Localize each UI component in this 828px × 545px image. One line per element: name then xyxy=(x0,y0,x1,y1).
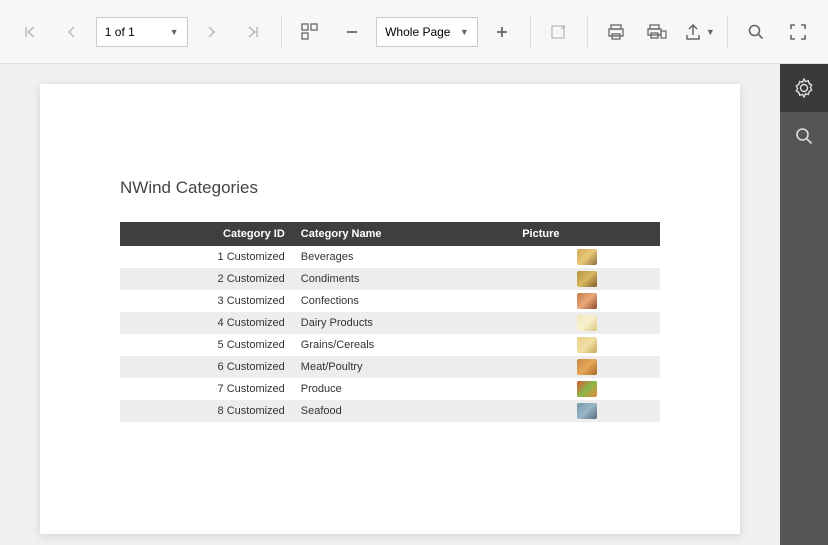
cell-name: Seafood xyxy=(293,400,514,422)
table-row: 8 CustomizedSeafood xyxy=(120,400,660,422)
cell-id: 2 Customized xyxy=(120,268,293,290)
table-row: 3 CustomizedConfections xyxy=(120,290,660,312)
zoom-level-input[interactable]: Whole Page ▼ xyxy=(376,17,478,47)
cell-name: Grains/Cereals xyxy=(293,334,514,356)
report-page: NWind Categories Category ID Category Na… xyxy=(40,84,740,534)
dropdown-caret-icon: ▼ xyxy=(460,27,469,37)
separator xyxy=(281,16,282,48)
table-body: 1 CustomizedBeverages2 CustomizedCondime… xyxy=(120,246,660,422)
cell-picture xyxy=(514,356,660,378)
picture-thumbnail xyxy=(577,359,597,375)
cell-picture xyxy=(514,378,660,400)
fullscreen-button[interactable] xyxy=(780,14,816,50)
zoom-in-button[interactable] xyxy=(484,14,520,50)
cell-picture xyxy=(514,400,660,422)
picture-thumbnail xyxy=(577,271,597,287)
print-page-button[interactable] xyxy=(640,14,676,50)
cell-id: 4 Customized xyxy=(120,312,293,334)
cell-name: Condiments xyxy=(293,268,514,290)
right-sidebar xyxy=(780,64,828,545)
search-icon xyxy=(794,126,814,146)
cell-picture xyxy=(514,290,660,312)
next-page-button[interactable] xyxy=(194,14,230,50)
report-title: NWind Categories xyxy=(120,178,660,198)
cell-name: Dairy Products xyxy=(293,312,514,334)
separator xyxy=(530,16,531,48)
cell-picture xyxy=(514,246,660,268)
picture-thumbnail xyxy=(577,249,597,265)
settings-panel-button[interactable] xyxy=(780,64,828,112)
cell-name: Beverages xyxy=(293,246,514,268)
picture-thumbnail xyxy=(577,381,597,397)
zoom-level-text: Whole Page xyxy=(385,25,450,39)
cell-picture xyxy=(514,334,660,356)
table-row: 2 CustomizedCondiments xyxy=(120,268,660,290)
print-button[interactable] xyxy=(598,14,634,50)
main-area: NWind Categories Category ID Category Na… xyxy=(0,64,828,545)
document-viewer[interactable]: NWind Categories Category ID Category Na… xyxy=(0,64,780,545)
cell-id: 3 Customized xyxy=(120,290,293,312)
toolbar: 1 of 1 ▼ Whole Page ▼ ▼ xyxy=(0,0,828,64)
cell-id: 5 Customized xyxy=(120,334,293,356)
dropdown-caret-icon: ▼ xyxy=(170,27,179,37)
first-page-button[interactable] xyxy=(12,14,48,50)
picture-thumbnail xyxy=(577,293,597,309)
table-row: 7 CustomizedProduce xyxy=(120,378,660,400)
picture-thumbnail xyxy=(577,315,597,331)
cell-picture xyxy=(514,268,660,290)
report-table: Category ID Category Name Picture 1 Cust… xyxy=(120,222,660,422)
cell-id: 6 Customized xyxy=(120,356,293,378)
picture-thumbnail xyxy=(577,403,597,419)
column-header: Picture xyxy=(514,222,660,246)
cell-name: Meat/Poultry xyxy=(293,356,514,378)
search-button[interactable] xyxy=(738,14,774,50)
prev-page-button[interactable] xyxy=(54,14,90,50)
table-header-row: Category ID Category Name Picture xyxy=(120,222,660,246)
export-button[interactable]: ▼ xyxy=(681,14,717,50)
picture-thumbnail xyxy=(577,337,597,353)
page-number-input[interactable]: 1 of 1 ▼ xyxy=(96,17,188,47)
table-row: 6 CustomizedMeat/Poultry xyxy=(120,356,660,378)
page-number-text: 1 of 1 xyxy=(105,25,135,39)
cell-id: 8 Customized xyxy=(120,400,293,422)
cell-name: Produce xyxy=(293,378,514,400)
cell-picture xyxy=(514,312,660,334)
table-row: 5 CustomizedGrains/Cereals xyxy=(120,334,660,356)
column-header: Category ID xyxy=(120,222,293,246)
separator xyxy=(587,16,588,48)
zoom-out-button[interactable] xyxy=(334,14,370,50)
column-header: Category Name xyxy=(293,222,514,246)
edit-fields-button[interactable] xyxy=(541,14,577,50)
separator xyxy=(727,16,728,48)
cell-name: Confections xyxy=(293,290,514,312)
table-row: 1 CustomizedBeverages xyxy=(120,246,660,268)
search-panel-button[interactable] xyxy=(780,112,828,160)
dropdown-caret-icon: ▼ xyxy=(706,27,715,37)
cell-id: 7 Customized xyxy=(120,378,293,400)
cell-id: 1 Customized xyxy=(120,246,293,268)
multipage-button[interactable] xyxy=(292,14,328,50)
gear-icon xyxy=(794,78,814,98)
last-page-button[interactable] xyxy=(235,14,271,50)
table-row: 4 CustomizedDairy Products xyxy=(120,312,660,334)
